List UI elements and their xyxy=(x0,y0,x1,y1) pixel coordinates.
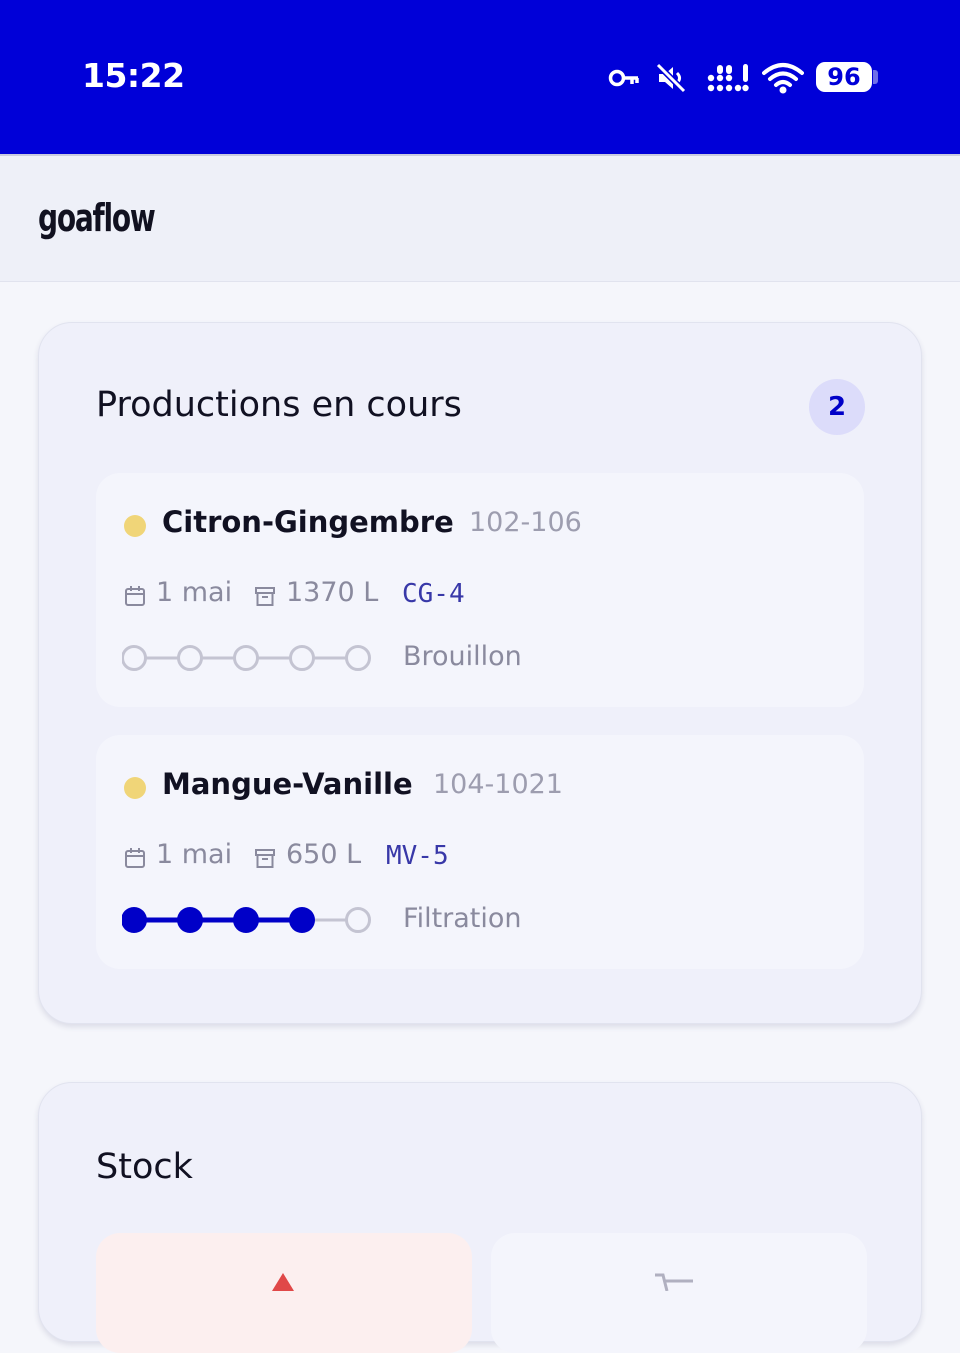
step-pending xyxy=(122,645,147,671)
step-pending xyxy=(289,645,315,671)
step-pending xyxy=(177,645,203,671)
production-item[interactable]: Mangue-Vanille 104-1021 1 mai 650 L MV-5… xyxy=(96,735,864,969)
signal-icon xyxy=(707,64,749,92)
production-volume: 650 L xyxy=(286,839,362,870)
stock-title: Stock xyxy=(96,1147,193,1187)
stock-order-tile[interactable] xyxy=(491,1233,867,1353)
step-done xyxy=(122,907,147,933)
progress-steps xyxy=(122,645,371,671)
app-logo[interactable]: goaflow xyxy=(38,196,156,240)
production-ref[interactable]: MV-5 xyxy=(386,841,449,871)
productions-title: Productions en cours xyxy=(96,385,462,425)
step-done xyxy=(233,907,259,933)
production-meta: 1 mai 1370 L CG-4 xyxy=(124,577,844,617)
step-pending xyxy=(345,645,371,671)
battery-icon: 96 xyxy=(816,62,872,92)
stock-card: Stock xyxy=(38,1082,922,1353)
status-time: 15:22 xyxy=(82,56,185,95)
cart-icon xyxy=(655,1273,693,1291)
step-done xyxy=(177,907,203,933)
step-pending xyxy=(233,645,259,671)
vpn-key-icon xyxy=(608,69,639,87)
production-name: Citron-Gingembre xyxy=(162,505,454,539)
progress-steps xyxy=(122,907,371,933)
production-meta: 1 mai 650 L MV-5 xyxy=(124,839,844,879)
wifi-icon xyxy=(762,63,804,94)
production-ref[interactable]: CG-4 xyxy=(402,579,465,609)
archive-icon xyxy=(255,849,275,868)
production-status: Brouillon xyxy=(403,641,522,672)
production-status: Filtration xyxy=(403,903,522,934)
production-item[interactable]: Citron-Gingembre 102-106 1 mai 1370 L CG… xyxy=(96,473,864,707)
productions-card: Productions en cours 2 Citron-Gingembre … xyxy=(38,322,922,1024)
production-date: 1 mai xyxy=(156,839,233,870)
production-name: Mangue-Vanille xyxy=(162,767,413,801)
warning-icon xyxy=(272,1273,294,1291)
step-done xyxy=(289,907,315,933)
productions-count-badge: 2 xyxy=(809,379,865,435)
production-volume: 1370 L xyxy=(286,577,379,608)
archive-icon xyxy=(255,587,275,606)
calendar-icon xyxy=(125,586,145,606)
mute-icon xyxy=(655,62,687,94)
production-date: 1 mai xyxy=(156,577,233,608)
status-dot xyxy=(124,777,146,799)
stock-alert-tile[interactable] xyxy=(96,1233,472,1353)
calendar-icon xyxy=(125,848,145,868)
step-pending xyxy=(345,907,371,933)
app-header: goaflow xyxy=(0,154,960,282)
battery-tip xyxy=(873,70,878,84)
status-dot xyxy=(124,515,146,537)
status-bar: 15:22 96 xyxy=(0,0,960,154)
production-code: 104-1021 xyxy=(433,769,563,800)
production-code: 102-106 xyxy=(469,507,582,538)
